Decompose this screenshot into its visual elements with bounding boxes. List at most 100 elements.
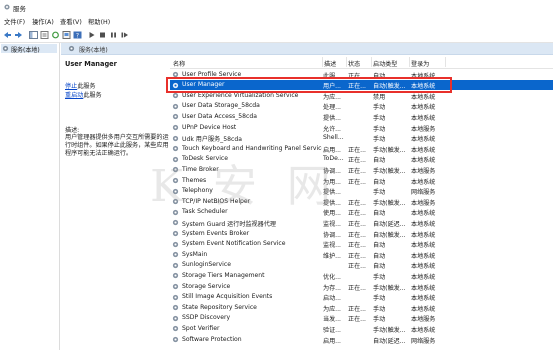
service-row[interactable]: User Manager 用户... 正在... 自动(触发... 本地系统 bbox=[170, 79, 553, 91]
toolbar: ? bbox=[0, 28, 553, 43]
service-startup-type: 手动 bbox=[373, 316, 386, 324]
service-row[interactable]: Themes 为用... 正在... 自动 本地系统 bbox=[170, 175, 553, 186]
service-description: 当发... bbox=[323, 316, 341, 324]
service-status: 正在... bbox=[348, 220, 366, 228]
service-row[interactable]: Spot Verifier 验证... 手动(触发... 本地系统 bbox=[170, 323, 553, 334]
service-row[interactable]: Storage Tiers Management 优化... 手动 本地系统 bbox=[170, 270, 553, 281]
description-label: 描述: bbox=[65, 127, 80, 134]
column-header-startup-type[interactable]: 启动类型 bbox=[373, 59, 397, 68]
column-separator[interactable] bbox=[322, 57, 323, 67]
service-row[interactable]: SSDP Discovery 当发... 正在... 手动 本地服务 bbox=[170, 313, 553, 324]
service-row[interactable]: State Repository Service 为应... 正在... 手动 本地系统 bbox=[170, 302, 553, 313]
services-list: 名称 描述 状态 启动类型 登录为 User Profile Service 此服… bbox=[170, 56, 553, 350]
service-status: 正在... bbox=[348, 252, 366, 260]
service-startup-type: 手动 bbox=[373, 104, 386, 112]
back-arrow-icon[interactable] bbox=[3, 31, 12, 39]
service-description: 协调... bbox=[323, 231, 341, 239]
service-description: 使用... bbox=[323, 210, 341, 218]
menu-view[interactable]: 查看(V) bbox=[60, 17, 82, 26]
service-row[interactable]: Software Protection 启用... 自动(延迟... 网络服务 bbox=[170, 334, 553, 345]
service-name: Time Broker bbox=[182, 165, 219, 173]
restart-service-icon[interactable] bbox=[120, 31, 129, 39]
service-row[interactable]: UPnP Device Host 允许... 手动 本地服务 bbox=[170, 122, 553, 133]
stop-service-link[interactable]: 停止 bbox=[65, 83, 77, 90]
refresh-icon[interactable] bbox=[51, 31, 60, 39]
service-row[interactable]: Udk 用户服务_58cda Shell... 手动 本地系统 bbox=[170, 133, 553, 144]
service-gear-icon bbox=[172, 166, 179, 173]
service-description: 为应... bbox=[323, 305, 341, 313]
service-status: 正在... bbox=[348, 83, 366, 91]
service-name: SunloginService bbox=[182, 261, 231, 269]
service-log-on-as: 本地系统 bbox=[411, 83, 436, 91]
stop-service-row: 停止此服务 bbox=[65, 81, 95, 90]
stop-service-icon[interactable] bbox=[98, 31, 107, 39]
service-gear-icon bbox=[172, 219, 179, 226]
service-name: Touch Keyboard and Handwriting Panel Ser… bbox=[182, 144, 322, 152]
console-tree-icon[interactable] bbox=[29, 31, 38, 39]
description-text: 用户管理器提供多用户交互所需要的运行时组件。如果停止此服务，某些应用程序可能无法… bbox=[65, 134, 169, 157]
forward-arrow-icon[interactable] bbox=[14, 31, 23, 39]
service-row[interactable]: Telephony 提供... 手动 网络服务 bbox=[170, 186, 553, 197]
service-startup-type: 手动(触发... bbox=[373, 199, 406, 207]
service-name: Storage Tiers Management bbox=[182, 271, 265, 279]
column-separator[interactable] bbox=[371, 57, 372, 67]
column-separator[interactable] bbox=[445, 57, 446, 67]
column-separator[interactable] bbox=[346, 57, 347, 67]
service-gear-icon bbox=[172, 156, 179, 163]
service-row[interactable]: System Guard 运行时监视器代理 监视... 正在... 自动(延迟... 本… bbox=[170, 217, 553, 228]
pause-service-icon[interactable] bbox=[109, 31, 118, 39]
svg-text:?: ? bbox=[76, 32, 79, 39]
service-status: 正在... bbox=[348, 242, 366, 250]
service-startup-type: 手动(触发... bbox=[373, 326, 406, 334]
service-log-on-as: 网络服务 bbox=[411, 337, 436, 345]
service-log-on-as: 本地服务 bbox=[411, 199, 436, 207]
column-header-description[interactable]: 描述 bbox=[324, 59, 336, 68]
service-row[interactable]: SunloginService 正在... 自动 本地系统 bbox=[170, 260, 553, 271]
service-row[interactable]: System Event Notification Service 监视... 正在… bbox=[170, 239, 553, 250]
service-row[interactable]: SysMain 维护... 正在... 自动 本地系统 bbox=[170, 249, 553, 260]
service-description: 为应... bbox=[323, 93, 341, 101]
column-header-status[interactable]: 状态 bbox=[348, 59, 360, 68]
column-header-log-on-as[interactable]: 登录为 bbox=[411, 59, 429, 68]
service-startup-type: 手动 bbox=[373, 114, 386, 122]
menu-file[interactable]: 文件(F) bbox=[4, 17, 25, 26]
service-row[interactable]: Time Broker 协调... 正在... 手动(触发... 本地服务 bbox=[170, 164, 553, 175]
service-description: 协调... bbox=[323, 167, 341, 175]
service-description: 监视... bbox=[323, 220, 341, 228]
menu-help[interactable]: 帮助(H) bbox=[88, 17, 110, 26]
properties-icon[interactable] bbox=[40, 31, 49, 39]
services-gear-icon bbox=[2, 45, 9, 52]
tree-node-services-local[interactable]: 服务(本地) bbox=[1, 44, 57, 54]
service-row[interactable]: User Profile Service 此服... 正在... 自动 本地系统 bbox=[170, 69, 553, 80]
start-service-icon[interactable] bbox=[87, 31, 96, 39]
service-row[interactable]: Touch Keyboard and Handwriting Panel Ser… bbox=[170, 143, 553, 154]
service-log-on-as: 本地系统 bbox=[411, 72, 436, 80]
service-row[interactable]: User Data Storage_58cda 处理... 手动 本地系统 bbox=[170, 101, 553, 112]
services-gear-icon bbox=[68, 45, 75, 52]
service-row[interactable]: Storage Service 为存... 正在... 手动(触发... 本地系统 bbox=[170, 281, 553, 292]
service-name: TCP/IP NetBIOS Helper bbox=[182, 197, 251, 205]
menu-action[interactable]: 操作(A) bbox=[32, 17, 54, 26]
restart-service-link[interactable]: 重启动 bbox=[65, 92, 83, 99]
export-list-icon[interactable] bbox=[62, 31, 71, 39]
service-name: User Experience Virtualization Service bbox=[182, 91, 299, 99]
service-startup-type: 自动(延迟... bbox=[373, 337, 406, 345]
service-description: ToDe... bbox=[323, 155, 344, 163]
service-row[interactable]: Task Scheduler 使用... 正在... 自动 本地系统 bbox=[170, 207, 553, 218]
column-header-name[interactable]: 名称 bbox=[173, 59, 185, 68]
service-row[interactable]: TCP/IP NetBIOS Helper 提供... 正在... 手动(触发... 本… bbox=[170, 196, 553, 207]
service-row[interactable]: ToDesk Service ToDe... 正在... 自动 本地系统 bbox=[170, 154, 553, 165]
service-startup-type: 手动 bbox=[373, 189, 386, 197]
service-row[interactable]: Still Image Acquisition Events 启动... 手动 本地系… bbox=[170, 292, 553, 303]
service-row[interactable]: User Experience Virtualization Service 为应… bbox=[170, 90, 553, 101]
service-status: 正在... bbox=[348, 157, 366, 165]
column-separator[interactable] bbox=[409, 57, 410, 67]
service-description: 处理... bbox=[323, 104, 341, 112]
services-gear-icon bbox=[3, 3, 11, 11]
service-gear-icon bbox=[172, 304, 179, 311]
service-log-on-as: 本地系统 bbox=[411, 242, 436, 250]
service-row[interactable]: User Data Access_58cda 提供... 手动 本地系统 bbox=[170, 111, 553, 122]
help-icon[interactable]: ? bbox=[73, 31, 82, 39]
service-row[interactable]: System Events Broker 协调... 正在... 自动(触发... 本地… bbox=[170, 228, 553, 239]
service-startup-type: 自动 bbox=[373, 263, 386, 271]
